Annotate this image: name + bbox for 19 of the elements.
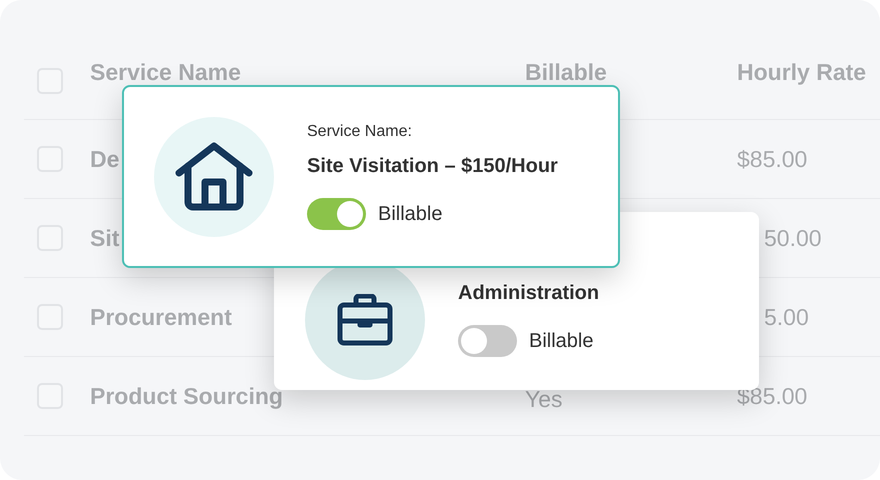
table-cell: 50.00 [764, 226, 822, 250]
service-title: Site Visitation – $150/Hour [307, 156, 558, 176]
table-cell: Yes [525, 388, 563, 410]
toggle-label: Billable [529, 331, 594, 351]
briefcase-icon [337, 294, 393, 346]
table-cell: Sit [90, 226, 120, 250]
column-header: Hourly Rate [737, 61, 866, 84]
table-cell: Procurement [90, 306, 232, 328]
table-cell: 5.00 [764, 306, 809, 328]
column-header: Billable [525, 61, 607, 84]
service-dialog[interactable]: Service Name: Site Visitation – $150/Hour Billable [122, 85, 620, 268]
toggle-switch[interactable] [307, 198, 366, 230]
column-header: Service Name [90, 61, 241, 84]
service-title: Administration [458, 283, 600, 303]
field-label: Service Name: [307, 124, 413, 140]
table-cell: $85.00 [737, 148, 808, 170]
house-icon [175, 142, 253, 212]
table-cell: De [90, 148, 120, 170]
toggle-switch[interactable] [458, 325, 517, 357]
